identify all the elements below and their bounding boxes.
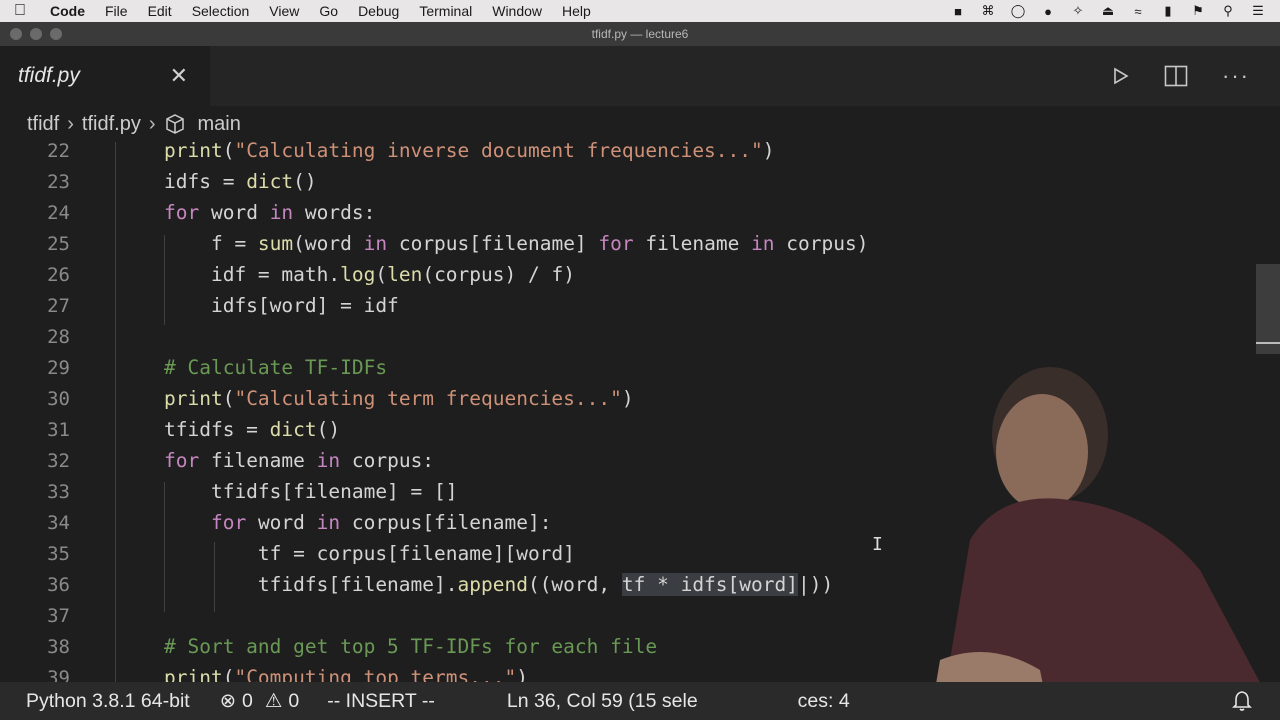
line-number: 32	[47, 449, 70, 472]
breadcrumb-symbol[interactable]: main	[198, 113, 241, 136]
presenter-video-overlay	[930, 367, 1280, 720]
line-number: 23	[47, 170, 70, 193]
code-text: tfidfs = dict()	[164, 418, 341, 441]
network-icon[interactable]: ✧	[1070, 3, 1086, 18]
code-text: for word in words:	[164, 201, 376, 224]
code-text: tf = corpus[filename][word]	[164, 542, 575, 565]
macos-menubar:  Code File Edit Selection View Go Debug…	[0, 0, 1280, 22]
line-number: 27	[47, 294, 70, 317]
close-window-button[interactable]	[10, 28, 22, 40]
minimize-window-button[interactable]	[30, 28, 42, 40]
line-number: 34	[47, 511, 70, 534]
code-line: 25 f = sum(word in corpus[filename] for …	[0, 228, 1280, 259]
menubar-status-area: ■ ⌘ ◯ ● ✧ ⏏ ≈ ▮ ⚑ ⚲ ☰	[950, 3, 1280, 19]
code-text: f = sum(word in corpus[filename] for fil…	[164, 232, 869, 255]
menu-selection[interactable]: Selection	[182, 3, 260, 19]
code-text: tfidfs[filename].append((word, tf * idfs…	[164, 573, 834, 596]
menu-terminal[interactable]: Terminal	[409, 3, 482, 19]
command-icon[interactable]: ⌘	[980, 3, 996, 18]
code-text: print("Calculating inverse document freq…	[164, 142, 775, 162]
menu-app[interactable]: Code	[40, 3, 95, 19]
docker-icon[interactable]: ■	[950, 4, 966, 19]
statusbar: Python 3.8.1 64-bit ⊗ 0 ⚠ 0 -- INSERT --…	[0, 682, 1280, 720]
code-text: idfs = dict()	[164, 170, 317, 193]
text-cursor-ibeam-icon: I	[872, 534, 883, 555]
indentation-indicator[interactable]: ces: 4	[798, 690, 850, 713]
warning-count: 0	[288, 689, 300, 712]
code-line: 22 print("Calculating inverse document f…	[0, 142, 1280, 166]
line-number: 33	[47, 480, 70, 503]
code-text: tfidfs[filename] = []	[164, 480, 458, 503]
code-text: print("Computing top terms...")	[164, 666, 528, 682]
error-icon: ⊗	[219, 690, 237, 712]
menu-file[interactable]: File	[95, 3, 138, 19]
zoom-window-button[interactable]	[50, 28, 62, 40]
split-editor-icon[interactable]	[1164, 65, 1188, 87]
code-text: print("Calculating term frequencies...")	[164, 387, 634, 410]
cube-icon	[165, 114, 184, 134]
run-icon[interactable]	[1112, 67, 1130, 85]
menu-edit[interactable]: Edit	[138, 3, 182, 19]
line-number: 39	[47, 666, 70, 683]
code-line: 23 idfs = dict()	[0, 166, 1280, 197]
battery-icon[interactable]: ▮	[1160, 3, 1176, 18]
window-titlebar: tfidf.py — lecture6	[0, 22, 1280, 46]
glasses-icon[interactable]: ◯	[1010, 3, 1026, 18]
search-icon[interactable]: ⚲	[1220, 3, 1236, 18]
breadcrumb-folder[interactable]: tfidf	[27, 113, 59, 136]
python-interpreter[interactable]: Python 3.8.1 64-bit	[26, 690, 190, 713]
tab-label: tfidf.py	[18, 64, 80, 87]
chevron-right-icon: ›	[67, 112, 74, 135]
close-icon[interactable]: ✕	[170, 63, 188, 89]
line-number: 36	[47, 573, 70, 596]
code-line: 27 idfs[word] = idf	[0, 290, 1280, 321]
line-number: 24	[47, 201, 70, 224]
error-count: 0	[242, 689, 253, 712]
line-number: 38	[47, 635, 70, 658]
menu-debug[interactable]: Debug	[348, 3, 409, 19]
eject-icon[interactable]: ⏏	[1100, 3, 1116, 18]
line-number: 37	[47, 604, 70, 627]
code-text: for filename in corpus:	[164, 449, 435, 472]
editor-actions: ···	[1112, 63, 1280, 89]
line-number: 28	[47, 325, 70, 348]
code-comment: # Sort and get top 5 TF-IDFs for each fi…	[164, 635, 658, 658]
vim-mode: -- INSERT --	[327, 689, 435, 712]
tab-tfidf-py[interactable]: tfidf.py ✕	[0, 46, 210, 106]
line-number: 25	[47, 232, 70, 255]
code-line: 26 idf = math.log(len(corpus) / f)	[0, 259, 1280, 290]
line-number: 35	[47, 542, 70, 565]
line-number: 30	[47, 387, 70, 410]
menu-help[interactable]: Help	[552, 3, 601, 19]
breadcrumb-file[interactable]: tfidf.py	[82, 113, 141, 136]
more-actions-icon[interactable]: ···	[1222, 63, 1250, 89]
code-line: 24 for word in words:	[0, 197, 1280, 228]
wifi-icon[interactable]: ≈	[1130, 4, 1146, 19]
problems-indicator[interactable]: ⊗ 0 ⚠ 0	[220, 689, 300, 713]
line-number: 26	[47, 263, 70, 286]
line-number: 31	[47, 418, 70, 441]
cursor-position[interactable]: Ln 36, Col 59 (15 sele	[507, 690, 698, 713]
apple-icon[interactable]: 	[0, 2, 40, 20]
breadcrumb: tfidf › tfidf.py › main	[0, 106, 1280, 142]
window-controls	[10, 28, 62, 40]
menu-go[interactable]: Go	[309, 3, 348, 19]
menu-view[interactable]: View	[259, 3, 309, 19]
editor-tabbar: tfidf.py ✕ ···	[0, 46, 1280, 106]
code-text: for word in corpus[filename]:	[210, 511, 552, 534]
menu-window[interactable]: Window	[482, 3, 552, 19]
code-text: idfs[word] = idf	[164, 294, 399, 317]
window-title: tfidf.py — lecture6	[591, 27, 689, 41]
menu-list-icon[interactable]: ☰	[1250, 3, 1266, 18]
flag-icon[interactable]: ⚑	[1190, 3, 1206, 18]
line-number: 29	[47, 356, 70, 379]
warning-icon: ⚠	[264, 690, 283, 712]
code-text: idf = math.log(len(corpus) / f)	[164, 263, 575, 286]
line-number: 22	[47, 142, 70, 162]
bell-icon[interactable]	[1232, 690, 1252, 712]
play-circle-icon[interactable]: ●	[1040, 4, 1056, 19]
chevron-right-icon: ›	[148, 112, 156, 135]
code-comment: # Calculate TF-IDFs	[164, 356, 388, 379]
